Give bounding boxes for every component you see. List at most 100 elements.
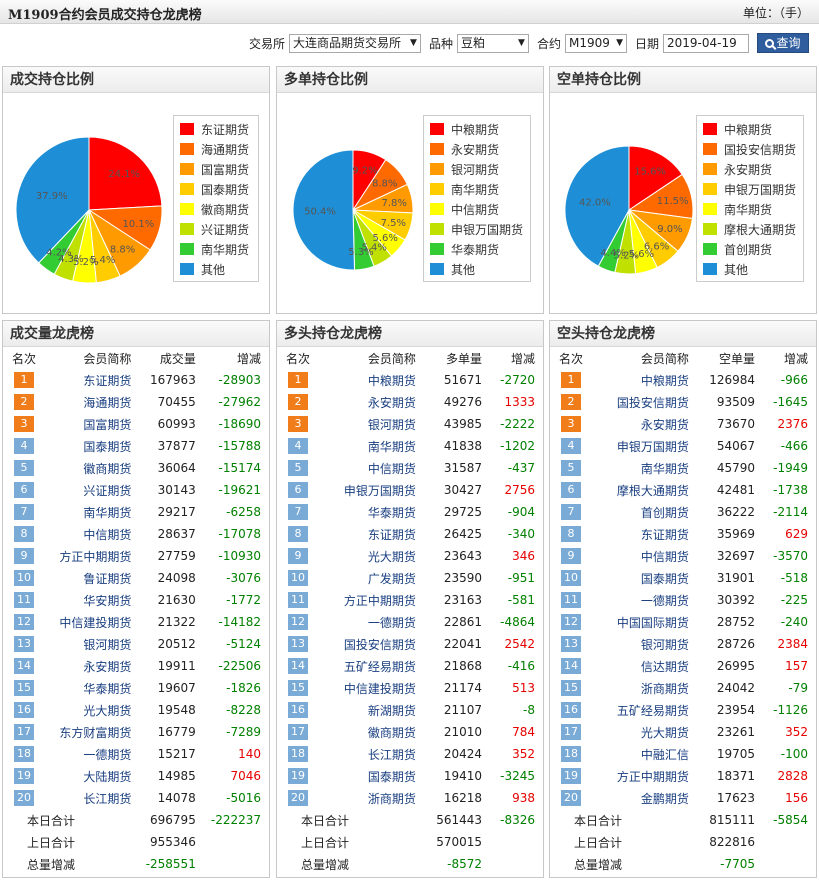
member-name-link[interactable]: 申银万国期货 xyxy=(319,479,420,501)
member-name-link[interactable]: 光大期货 xyxy=(319,545,420,567)
legend-label: 南华期货 xyxy=(201,242,250,257)
member-name-link[interactable]: 南华期货 xyxy=(592,457,693,479)
member-name-link[interactable]: 华泰期货 xyxy=(45,677,135,699)
member-name-link[interactable]: 五矿经易期货 xyxy=(319,655,420,677)
column-header[interactable]: 增减 xyxy=(486,347,543,369)
rank-cell: 3 xyxy=(277,413,319,435)
member-name-link[interactable]: 新湖期货 xyxy=(319,699,420,721)
ranking-table: 名次 会员简称 空单量 增减 1 中粮期货 126984 -966 2 国投安信期货 … xyxy=(550,347,816,875)
pie-legend: 东证期货 海通期货 国富期货 国泰期货 徽商期货 兴证期货 南华期货 其他 xyxy=(173,115,259,282)
member-name-link[interactable]: 银河期货 xyxy=(319,413,420,435)
member-name-link[interactable]: 东方财富期货 xyxy=(45,721,135,743)
legend-item: 首创期货 xyxy=(703,239,799,259)
member-name-link[interactable]: 五矿经易期货 xyxy=(592,699,693,721)
member-name-link[interactable]: 东证期货 xyxy=(592,523,693,545)
change-cell: -3245 xyxy=(500,769,535,783)
member-name-link[interactable]: 兴证期货 xyxy=(45,479,135,501)
member-name-link[interactable]: 金鹏期货 xyxy=(592,787,693,809)
member-name-link[interactable]: 鲁证期货 xyxy=(45,567,135,589)
chevron-down-icon: ▼ xyxy=(410,37,417,48)
member-name-link[interactable]: 中粮期货 xyxy=(592,369,693,391)
member-name-link[interactable]: 方正中期期货 xyxy=(319,589,420,611)
member-name-link[interactable]: 国泰期货 xyxy=(45,435,135,457)
pie-slice-label: 10.1% xyxy=(122,219,154,230)
member-name-link[interactable]: 徽商期货 xyxy=(319,721,420,743)
legend-label: 徽商期货 xyxy=(201,202,250,217)
member-name-link[interactable]: 国泰期货 xyxy=(592,567,693,589)
summary-value: 570015 xyxy=(436,835,483,849)
member-name-link[interactable]: 一德期货 xyxy=(592,589,693,611)
member-name-link[interactable]: 中信期货 xyxy=(319,457,420,479)
member-name-link[interactable]: 国泰期货 xyxy=(319,765,420,787)
member-name-link[interactable]: 海通期货 xyxy=(45,391,135,413)
member-name-link[interactable]: 首创期货 xyxy=(592,501,693,523)
rank-cell: 3 xyxy=(550,413,592,435)
column-header[interactable]: 名次 xyxy=(3,347,45,369)
member-name-link[interactable]: 一德期货 xyxy=(45,743,135,765)
column-header[interactable]: 成交量 xyxy=(135,347,199,369)
contract-select[interactable]: M1909 ▼ xyxy=(564,33,627,53)
exchange-select[interactable]: 大连商品期货交易所 ▼ xyxy=(288,33,421,53)
member-name-link[interactable]: 信达期货 xyxy=(592,655,693,677)
member-name-link[interactable]: 中融汇信 xyxy=(592,743,693,765)
member-name-link[interactable]: 申银万国期货 xyxy=(592,435,693,457)
member-name-link[interactable]: 银河期货 xyxy=(45,633,135,655)
member-name-link[interactable]: 徽商期货 xyxy=(45,457,135,479)
rank-badge: 4 xyxy=(14,438,34,454)
member-name-link[interactable]: 东证期货 xyxy=(319,523,420,545)
variety-select[interactable]: 豆粕 ▼ xyxy=(456,33,529,53)
member-name-link[interactable]: 方正中期期货 xyxy=(45,545,135,567)
volume-cell: 35969 xyxy=(716,527,756,541)
rank-badge: 16 xyxy=(288,702,308,718)
member-name-link[interactable]: 长江期货 xyxy=(45,787,135,809)
date-input[interactable]: 2019-04-19 xyxy=(663,33,749,53)
member-name-link[interactable]: 广发期货 xyxy=(319,567,420,589)
legend-label: 中粮期货 xyxy=(451,122,500,137)
legend-item: 永安期货 xyxy=(703,159,799,179)
member-name-link[interactable]: 浙商期货 xyxy=(319,787,420,809)
column-header[interactable]: 名次 xyxy=(550,347,592,369)
volume-cell: 23163 xyxy=(443,593,483,607)
rank-cell: 8 xyxy=(3,523,45,545)
member-name-link[interactable]: 东证期货 xyxy=(45,369,135,391)
member-name-link[interactable]: 浙商期货 xyxy=(592,677,693,699)
volume-cell: 60993 xyxy=(157,417,196,431)
summary-row: 本日合计 561443 -8326 xyxy=(277,809,543,831)
member-name-link[interactable]: 华安期货 xyxy=(45,589,135,611)
member-name-link[interactable]: 中粮期货 xyxy=(319,369,420,391)
member-name-link[interactable]: 光大期货 xyxy=(45,699,135,721)
column-header[interactable]: 多单量 xyxy=(420,347,486,369)
member-name-link[interactable]: 南华期货 xyxy=(319,435,420,457)
column-header[interactable]: 会员简称 xyxy=(592,347,693,369)
column-header[interactable]: 名次 xyxy=(277,347,319,369)
column-header[interactable]: 空单量 xyxy=(693,347,759,369)
member-name-link[interactable]: 一德期货 xyxy=(319,611,420,633)
member-name-link[interactable]: 永安期货 xyxy=(45,655,135,677)
column-header[interactable]: 增减 xyxy=(759,347,816,369)
member-name-link[interactable]: 大陆期货 xyxy=(45,765,135,787)
member-name-link[interactable]: 国投安信期货 xyxy=(592,391,693,413)
member-name-link[interactable]: 方正中期期货 xyxy=(592,765,693,787)
member-name-link[interactable]: 南华期货 xyxy=(45,501,135,523)
member-name-link[interactable]: 长江期货 xyxy=(319,743,420,765)
query-button[interactable]: 查询 xyxy=(757,33,809,53)
volume-cell: 70455 xyxy=(157,395,196,409)
member-name-link[interactable]: 中信建投期货 xyxy=(45,611,135,633)
column-header[interactable]: 增减 xyxy=(200,347,269,369)
member-name-link[interactable]: 国投安信期货 xyxy=(319,633,420,655)
member-name-link[interactable]: 中信期货 xyxy=(592,545,693,567)
member-name-link[interactable]: 摩根大通期货 xyxy=(592,479,693,501)
member-name-link[interactable]: 国富期货 xyxy=(45,413,135,435)
member-name-link[interactable]: 光大期货 xyxy=(592,721,693,743)
column-header[interactable]: 会员简称 xyxy=(45,347,135,369)
member-name-link[interactable]: 华泰期货 xyxy=(319,501,420,523)
rank-cell: 2 xyxy=(3,391,45,413)
rank-badge: 1 xyxy=(288,372,308,388)
member-name-link[interactable]: 永安期货 xyxy=(592,413,693,435)
member-name-link[interactable]: 中国国际期货 xyxy=(592,611,693,633)
member-name-link[interactable]: 银河期货 xyxy=(592,633,693,655)
member-name-link[interactable]: 中信建投期货 xyxy=(319,677,420,699)
member-name-link[interactable]: 中信期货 xyxy=(45,523,135,545)
column-header[interactable]: 会员简称 xyxy=(319,347,420,369)
member-name-link[interactable]: 永安期货 xyxy=(319,391,420,413)
